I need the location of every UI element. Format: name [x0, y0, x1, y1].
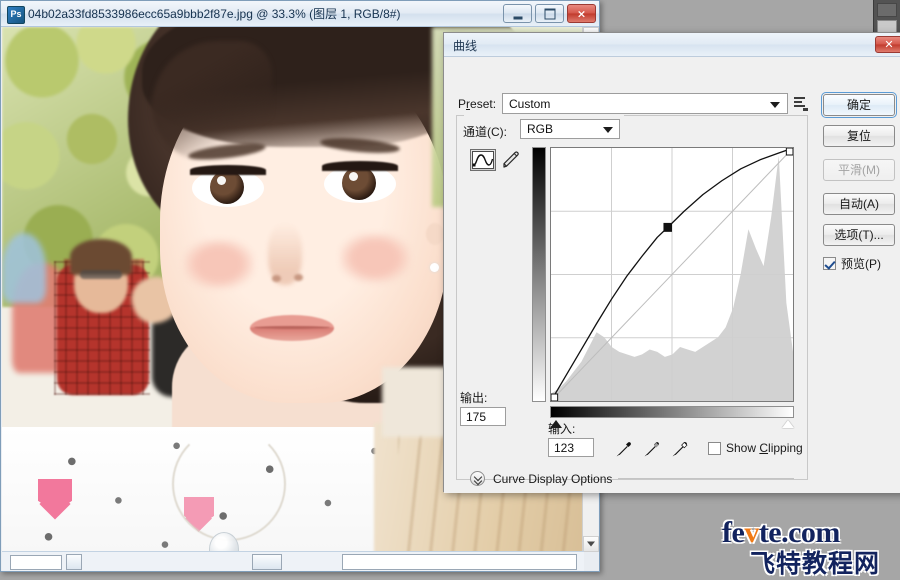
preset-menu-icon[interactable] [794, 95, 810, 111]
input-value: 123 [554, 441, 574, 455]
eyedropper-white-icon [670, 439, 690, 459]
chevron-double-down-icon[interactable] [470, 471, 485, 486]
photoshop-workspace: Ps 04b02a33fd8533986ecc65a9bbb2f87e.jpg … [0, 0, 900, 579]
maximize-button[interactable] [535, 4, 564, 23]
auto-button[interactable]: 自动(A) [823, 193, 895, 215]
curve-endpoint-0 [551, 394, 558, 401]
group-frame-top-left [456, 115, 464, 116]
curve-endpoint-1 [786, 148, 793, 155]
curves-dialog-titlebar[interactable]: 曲线 ✕ [444, 33, 900, 57]
curve-display-options-label: Curve Display Options [493, 472, 612, 486]
chevron-down-icon [603, 127, 613, 133]
scroll-down-button[interactable] [583, 536, 599, 552]
statusbar-menu-button[interactable] [66, 554, 82, 570]
chevron-down-icon [587, 542, 595, 547]
window-controls: × [503, 4, 596, 23]
statusbar-arrow-button[interactable] [252, 554, 282, 570]
smooth-button: 平滑(M) [823, 159, 895, 181]
zoom-level-input[interactable] [10, 555, 62, 570]
preset-value: Custom [509, 97, 550, 111]
minimize-button[interactable] [503, 4, 532, 23]
preview-label: 预览(P) [841, 255, 881, 272]
preset-dropdown[interactable]: Custom [502, 93, 788, 114]
reset-button[interactable]: 复位 [823, 125, 895, 147]
input-gradient-bar [550, 406, 794, 418]
panel-button-top[interactable] [877, 3, 897, 17]
watermark: fevte.com 飞特教程网 [722, 516, 897, 574]
curve-tool-button[interactable] [470, 149, 496, 171]
minimize-icon [513, 16, 522, 19]
preset-label: Preset: [458, 97, 496, 111]
watermark-line2: 飞特教程网 [750, 544, 880, 580]
show-clipping-checkbox[interactable] [708, 442, 721, 455]
channel-label: 通道(C): [463, 123, 507, 140]
curve-selected-point [663, 223, 672, 232]
statusbar-field[interactable] [342, 554, 577, 570]
close-button[interactable]: × [567, 4, 596, 23]
output-label: 输出: [460, 389, 487, 406]
show-clipping-row[interactable]: Show Clipping [708, 441, 803, 455]
output-value: 175 [466, 410, 486, 424]
eyedropper-white-button[interactable] [670, 439, 690, 459]
eyedropper-gray-button[interactable] [642, 439, 662, 459]
chevron-down-icon [770, 102, 780, 108]
preview-checkbox[interactable] [823, 257, 836, 270]
document-titlebar[interactable]: Ps 04b02a33fd8533986ecc65a9bbb2f87e.jpg … [1, 1, 599, 27]
maximize-icon [544, 8, 555, 19]
output-input[interactable]: 175 [460, 407, 506, 426]
curves-graph[interactable] [550, 147, 794, 402]
document-title: 04b02a33fd8533986ecc65a9bbb2f87e.jpg @ 3… [28, 6, 400, 22]
output-gradient-bar [532, 147, 546, 402]
curve-display-options-row[interactable]: Curve Display Options [470, 471, 612, 486]
eyedropper-gray-icon [642, 439, 662, 459]
input-input[interactable]: 123 [548, 438, 594, 457]
document-statusbar[interactable] [2, 551, 584, 571]
group-frame-top-right [624, 115, 808, 116]
close-icon: × [576, 8, 587, 19]
white-point-marker[interactable] [782, 420, 794, 428]
input-label: 输入: [548, 420, 575, 437]
show-clipping-label: Show Clipping [726, 441, 803, 455]
curves-dialog-body: Preset: Custom 通道(C): RGB [444, 57, 900, 493]
curve-tool-icon [471, 150, 495, 170]
ok-button[interactable]: 确定 [823, 94, 895, 116]
curves-graph-area[interactable] [532, 147, 794, 419]
curve-display-options-rule [618, 478, 794, 479]
photoshop-document-icon: Ps [7, 6, 25, 24]
curves-dialog-title: 曲线 [453, 37, 477, 54]
options-button[interactable]: 选项(T)... [823, 224, 895, 246]
channel-value: RGB [527, 122, 553, 136]
eyedropper-black-button[interactable] [614, 439, 634, 459]
curves-close-button[interactable]: ✕ [875, 36, 900, 53]
curves-dialog[interactable]: 曲线 ✕ Preset: Custom 通道(C): RGB [443, 32, 900, 492]
preview-row[interactable]: 预览(P) [823, 255, 881, 272]
eyedropper-black-icon [614, 439, 634, 459]
curves-plot[interactable] [551, 148, 793, 401]
pencil-tool-button[interactable] [500, 149, 522, 171]
channel-dropdown[interactable]: RGB [520, 119, 620, 139]
pencil-tool-icon [500, 149, 522, 171]
